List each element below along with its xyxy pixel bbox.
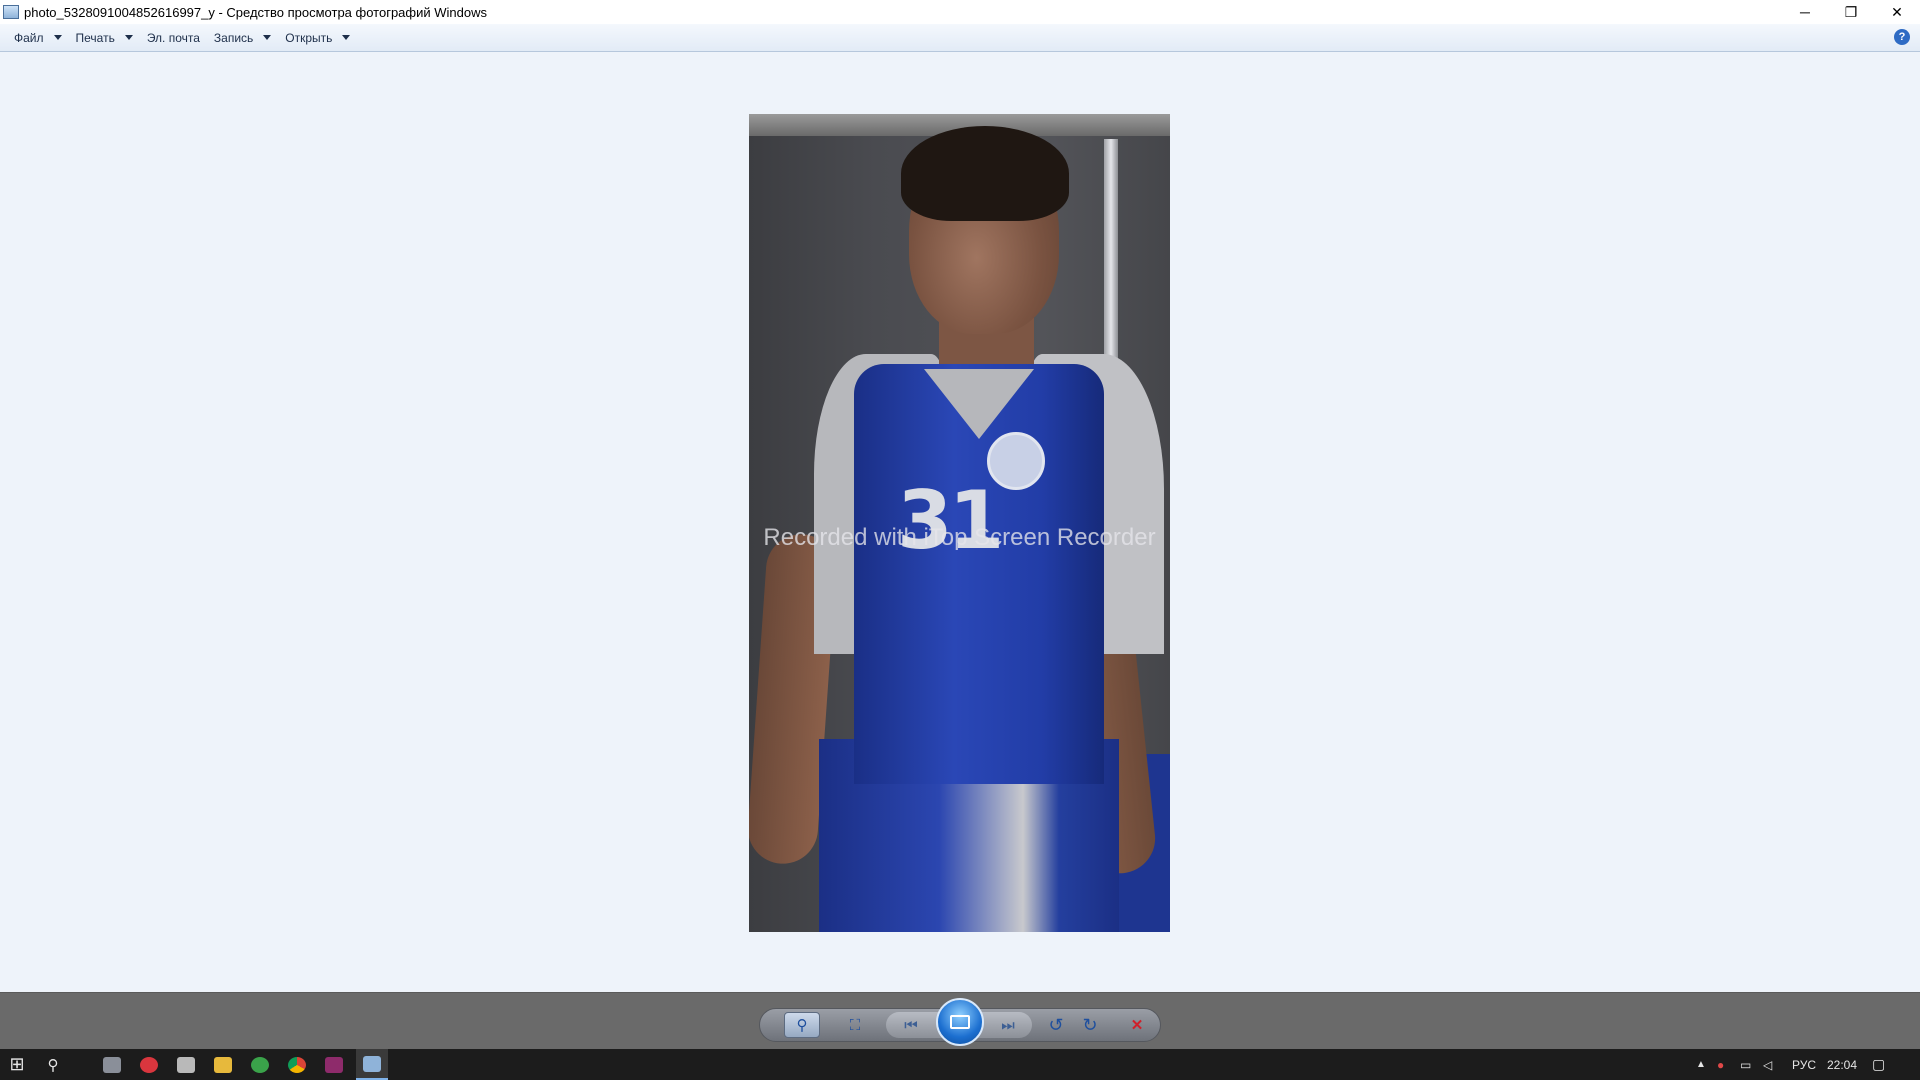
delete-button[interactable]: ✕ xyxy=(1124,1012,1150,1038)
previous-button[interactable]: ⏮ xyxy=(897,1012,925,1038)
start-button[interactable]: ⊞ xyxy=(2,1049,32,1080)
image-viewer-area: 31 Recorded with iTop Screen Recorder xyxy=(0,52,1920,992)
rotate-ccw-icon: ↺ xyxy=(1048,1014,1064,1035)
search-icon: ⚲ xyxy=(47,1056,59,1074)
menu-email-label: Эл. почта xyxy=(146,30,200,45)
chevron-down-icon xyxy=(263,35,272,40)
menu-open[interactable]: Открыть xyxy=(278,24,357,51)
slideshow-button[interactable] xyxy=(936,998,984,1046)
chrome-icon xyxy=(288,1056,306,1073)
slideshow-icon xyxy=(950,1015,970,1029)
viewer-control-bar: ⚲ ⛶ ⏮ ⏭ ↺ ↻ ✕ xyxy=(0,992,1920,1050)
rotate-cw-icon: ↻ xyxy=(1082,1014,1098,1035)
rotate-ccw-button[interactable]: ↺ xyxy=(1044,1012,1068,1038)
restore-button[interactable]: ❐ xyxy=(1828,0,1874,24)
taskbar-app-archive[interactable] xyxy=(319,1049,349,1080)
menu-file[interactable]: Файл xyxy=(7,24,69,51)
menu-burn-label: Запись xyxy=(213,30,254,45)
chevron-down-icon xyxy=(53,35,62,40)
menu-open-label: Открыть xyxy=(285,30,333,45)
photo-hair xyxy=(901,126,1069,221)
windows-logo-icon: ⊞ xyxy=(9,1054,25,1074)
search-button[interactable]: ⚲ xyxy=(38,1049,68,1080)
recorder-watermark: Recorded with iTop Screen Recorder xyxy=(763,524,1156,551)
taskbar-app-chrome[interactable] xyxy=(282,1049,312,1080)
delete-icon: ✕ xyxy=(1130,1017,1144,1034)
menu-print-label: Печать xyxy=(75,30,115,45)
next-button[interactable]: ⏭ xyxy=(994,1012,1022,1038)
taskbar-app-printer[interactable] xyxy=(97,1049,127,1080)
menu-print[interactable]: Печать xyxy=(69,24,140,51)
taskbar-app-green[interactable] xyxy=(245,1049,275,1080)
archive-icon xyxy=(325,1056,343,1073)
green-app-icon xyxy=(251,1056,269,1073)
taskbar-app-recorder[interactable] xyxy=(134,1049,164,1080)
fit-icon: ⛶ xyxy=(849,1016,861,1034)
chevron-down-icon xyxy=(342,35,351,40)
photo-pipe xyxy=(1104,139,1118,389)
previous-icon: ⏮ xyxy=(904,1016,918,1034)
zoom-button[interactable]: ⚲ xyxy=(784,1012,820,1038)
volume-icon[interactable]: ◁ xyxy=(1763,1049,1772,1080)
folder-icon xyxy=(214,1056,232,1073)
photo-viewer-icon xyxy=(3,5,19,19)
clock[interactable]: 22:04 xyxy=(1827,1049,1857,1080)
zoom-icon: ⚲ xyxy=(796,1017,808,1034)
tray-recorder-icon[interactable]: ● xyxy=(1717,1049,1724,1080)
photo-viewer-taskbar-icon xyxy=(363,1055,381,1072)
window-title: photo_5328091004852616997_y - Средство п… xyxy=(24,4,487,20)
menu-bar: Файл Печать Эл. почта Запись Открыть ? xyxy=(0,24,1920,52)
printer-icon xyxy=(103,1056,121,1073)
chevron-down-icon xyxy=(124,35,133,40)
taskbar-app-photo-viewer[interactable] xyxy=(356,1049,388,1080)
next-icon: ⏭ xyxy=(1001,1016,1015,1034)
taskbar: ⊞ ⚲ ▲ ● ▭ ◁ РУС 22:04 ▢ xyxy=(0,1049,1920,1080)
menu-file-label: Файл xyxy=(14,30,44,45)
taskbar-app-explorer[interactable] xyxy=(208,1049,238,1080)
recorder-icon xyxy=(140,1056,158,1073)
displayed-photo[interactable]: 31 Recorded with iTop Screen Recorder xyxy=(749,114,1170,932)
photo-jersey-collar xyxy=(924,369,1034,439)
network-icon[interactable]: ▭ xyxy=(1740,1049,1751,1080)
taskbar-app-tool[interactable] xyxy=(171,1049,201,1080)
rotate-cw-button[interactable]: ↻ xyxy=(1078,1012,1102,1038)
window-controls: ─ ❐ ✕ xyxy=(1782,0,1920,24)
menu-email[interactable]: Эл. почта xyxy=(140,24,207,51)
title-bar: photo_5328091004852616997_y - Средство п… xyxy=(0,0,1920,24)
jersey-number: 31 xyxy=(897,474,1004,567)
fit-to-window-button[interactable]: ⛶ xyxy=(842,1012,868,1038)
language-indicator[interactable]: РУС xyxy=(1792,1049,1816,1080)
minimize-button[interactable]: ─ xyxy=(1782,0,1828,24)
menu-burn[interactable]: Запись xyxy=(207,24,278,51)
notification-icon[interactable]: ▢ xyxy=(1872,1049,1885,1080)
close-button[interactable]: ✕ xyxy=(1874,0,1920,24)
tool-icon xyxy=(177,1056,195,1073)
help-icon[interactable]: ? xyxy=(1894,29,1910,45)
tray-chevron-up-icon[interactable]: ▲ xyxy=(1696,1049,1706,1080)
